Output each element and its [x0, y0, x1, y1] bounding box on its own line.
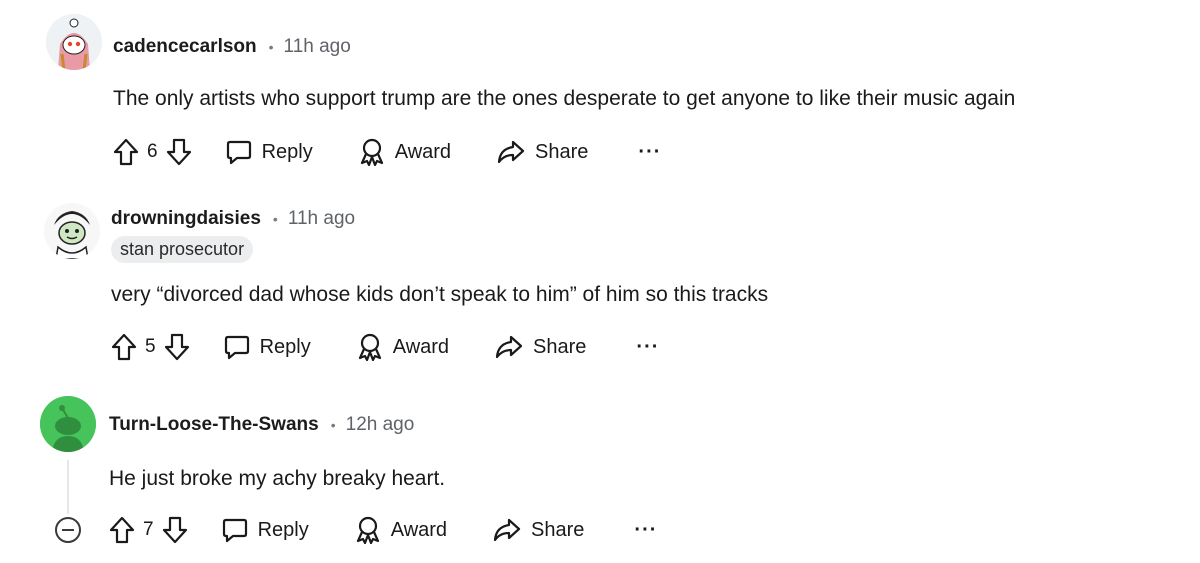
reply-label: Reply	[257, 518, 309, 541]
reply-label: Reply	[259, 335, 311, 358]
share-label: Share	[533, 335, 587, 358]
separator-dot: •	[268, 39, 274, 55]
share-icon	[493, 517, 521, 543]
comment-meta: drowningdaisies • 11h ago	[111, 208, 355, 230]
minus-icon	[62, 529, 74, 531]
comment-meta: Turn-Loose-The-Swans • 12h ago	[109, 414, 414, 436]
award-label: Award	[390, 518, 448, 541]
username[interactable]: cadencecarlson	[113, 36, 257, 58]
downvote-icon[interactable]	[162, 516, 188, 544]
downvote-icon[interactable]	[164, 333, 190, 361]
comment-actions: 7 Reply Award Share ···	[109, 514, 657, 546]
comment-text: The only artists who support trump are t…	[113, 87, 1016, 110]
vote-count: 5	[145, 336, 156, 357]
user-avatar[interactable]	[46, 14, 102, 70]
award-label: Award	[392, 335, 450, 358]
collapse-thread-button[interactable]	[55, 517, 81, 543]
snoo-avatar-icon	[46, 14, 102, 70]
snoo-avatar-icon	[40, 396, 96, 452]
user-avatar[interactable]	[44, 203, 100, 259]
award-button[interactable]: Award	[355, 516, 447, 544]
comment-text: He just broke my achy breaky heart.	[109, 467, 446, 490]
share-button[interactable]: Share	[493, 517, 584, 543]
comment: Turn-Loose-The-Swans • 12h ago He just b…	[0, 376, 1200, 563]
more-options-button[interactable]: ···	[636, 336, 659, 359]
downvote-icon[interactable]	[166, 138, 192, 166]
share-icon	[497, 139, 525, 165]
comment-actions: 6 Reply Award Share ···	[113, 136, 661, 168]
separator-dot: •	[272, 211, 278, 227]
award-icon	[357, 333, 383, 361]
upvote-icon[interactable]	[111, 333, 137, 361]
reply-label: Reply	[261, 140, 313, 163]
comment-bubble-icon	[226, 139, 252, 165]
upvote-icon[interactable]	[113, 138, 139, 166]
timestamp[interactable]: 11h ago	[284, 36, 351, 58]
timestamp[interactable]: 11h ago	[288, 208, 355, 230]
separator-dot: •	[330, 417, 336, 433]
reply-button[interactable]: Reply	[224, 334, 311, 360]
upvote-icon[interactable]	[109, 516, 135, 544]
more-options-button[interactable]: ···	[634, 519, 657, 542]
share-label: Share	[531, 518, 585, 541]
more-options-button[interactable]: ···	[638, 141, 661, 164]
award-button[interactable]: Award	[357, 333, 449, 361]
share-icon	[495, 334, 523, 360]
comment-meta: cadencecarlson • 11h ago	[113, 36, 351, 58]
comment-bubble-icon	[222, 517, 248, 543]
comment: drowningdaisies • 11h ago stan prosecuto…	[0, 190, 1200, 376]
reply-button[interactable]: Reply	[222, 517, 309, 543]
username[interactable]: drowningdaisies	[111, 208, 261, 230]
snoo-avatar-icon	[44, 203, 100, 259]
vote-count: 6	[147, 141, 158, 162]
user-avatar[interactable]	[40, 396, 96, 452]
timestamp[interactable]: 12h ago	[346, 414, 415, 436]
share-button[interactable]: Share	[495, 334, 586, 360]
award-icon	[355, 516, 381, 544]
comment-bubble-icon	[224, 334, 250, 360]
share-button[interactable]: Share	[497, 139, 588, 165]
award-button[interactable]: Award	[359, 138, 451, 166]
user-flair: stan prosecutor	[111, 236, 254, 263]
username[interactable]: Turn-Loose-The-Swans	[109, 414, 319, 436]
comment-text: very “divorced dad whose kids don’t spea…	[111, 283, 769, 306]
award-icon	[359, 138, 385, 166]
comment: cadencecarlson • 11h ago The only artist…	[0, 0, 1200, 190]
reply-button[interactable]: Reply	[226, 139, 313, 165]
thread-line[interactable]	[67, 460, 69, 514]
comment-actions: 5 Reply Award Share ···	[111, 331, 659, 363]
vote-count: 7	[143, 519, 154, 540]
share-label: Share	[535, 140, 589, 163]
award-label: Award	[394, 140, 452, 163]
